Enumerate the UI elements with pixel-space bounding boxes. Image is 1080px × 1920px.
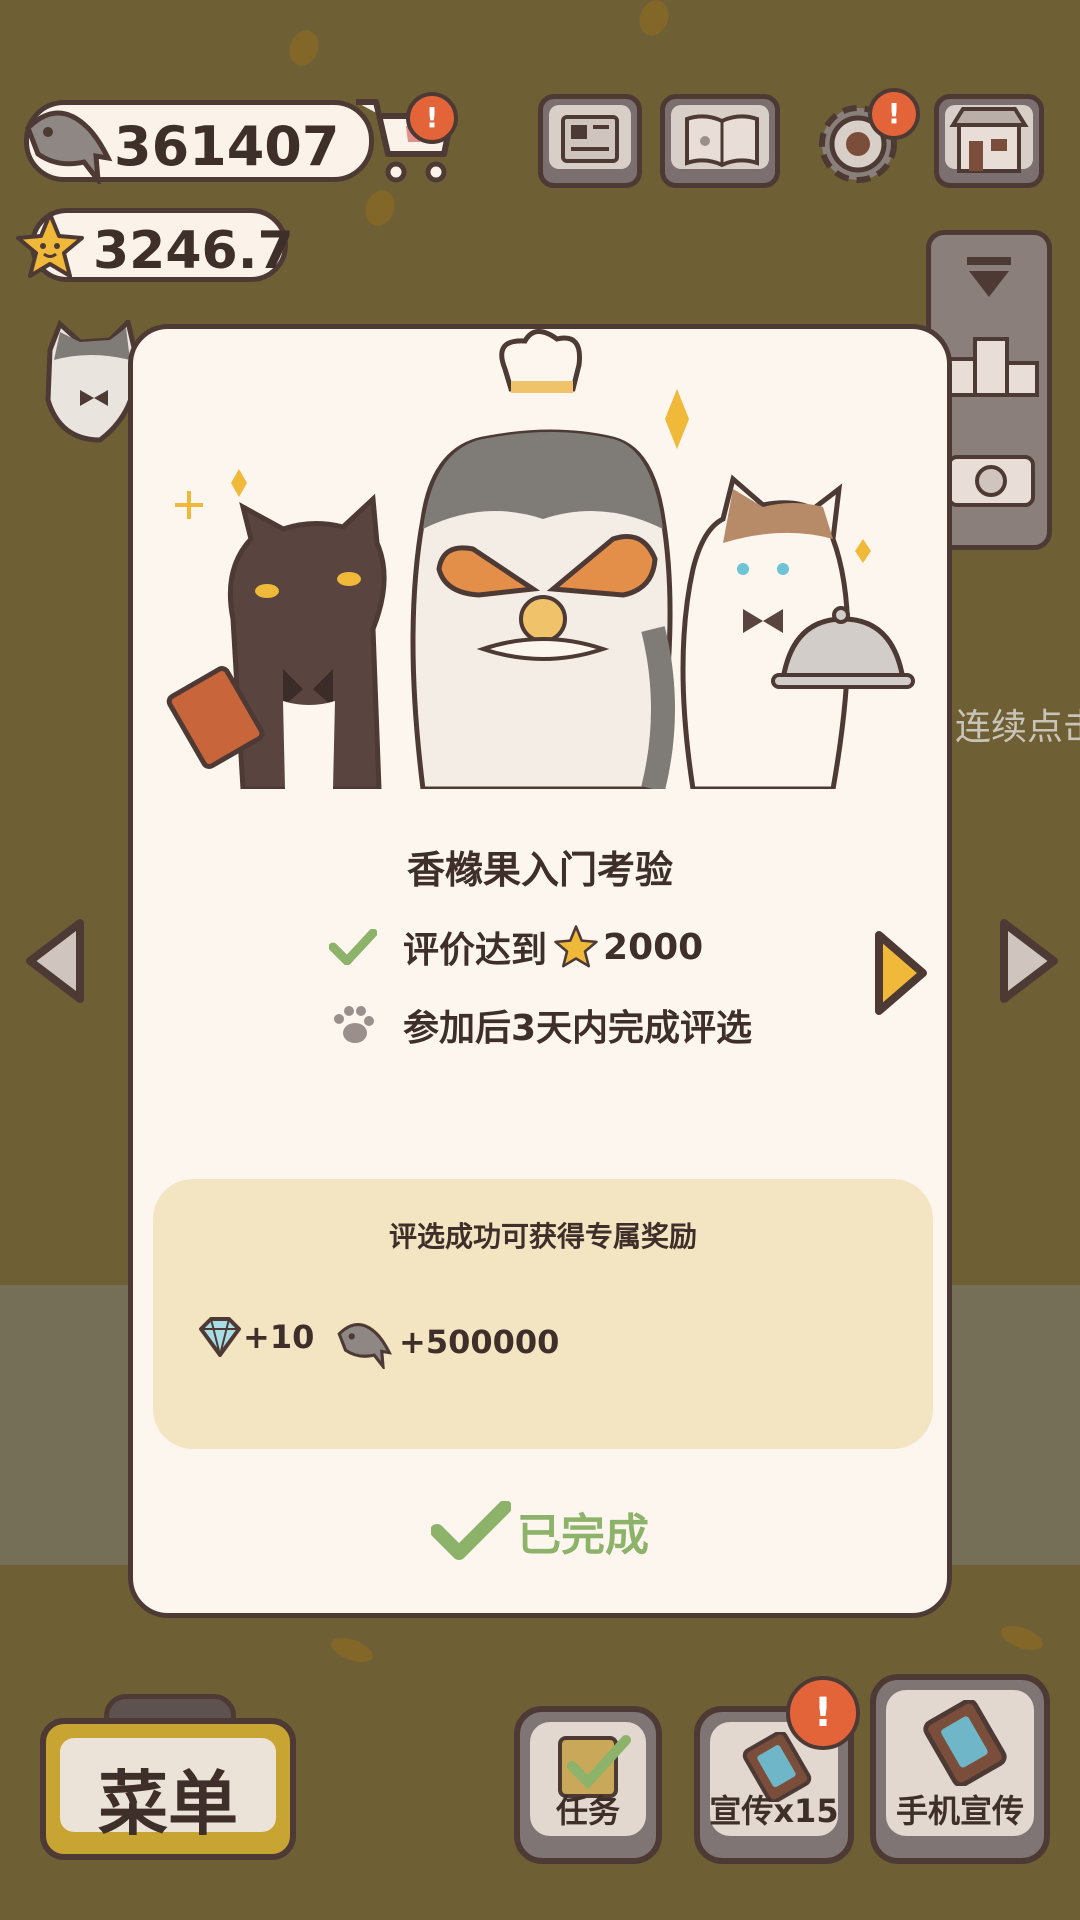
checkmark-icon bbox=[431, 1501, 511, 1560]
newspaper-button[interactable] bbox=[538, 94, 642, 188]
reward-gems: +10 bbox=[197, 1315, 314, 1359]
rating-value: 3246.7 bbox=[93, 221, 294, 281]
requirement-time-text: 参加后3天内完成评选 bbox=[403, 1008, 753, 1049]
next-page-arrow[interactable] bbox=[994, 915, 1064, 1007]
quest-title: 香橼果入门考验 bbox=[406, 848, 673, 892]
requirement-rating-row: 评价达到 2000 bbox=[329, 921, 703, 973]
cat-character[interactable] bbox=[40, 320, 140, 450]
cart-alert-badge: ! bbox=[406, 92, 458, 144]
previous-page-arrow[interactable] bbox=[20, 915, 90, 1007]
completed-status-text: 已完成 bbox=[517, 1510, 649, 1561]
diamond-icon bbox=[199, 1317, 241, 1357]
menu-button[interactable]: 菜单 bbox=[40, 1718, 296, 1860]
phone-promotion-button-label: 手机宣传 bbox=[895, 1792, 1024, 1830]
fish-icon bbox=[25, 110, 113, 184]
settings-alert-badge: ! bbox=[868, 88, 920, 140]
promotion-button-label: 宣传x15 bbox=[709, 1792, 839, 1830]
promotion-alert-badge: ! bbox=[786, 1676, 860, 1750]
fish-count: 361407 bbox=[114, 115, 340, 178]
requirement-rating-value: 2000 bbox=[603, 926, 704, 968]
checkmark-icon bbox=[329, 929, 377, 965]
tap-hint-text: 连续点击 bbox=[955, 707, 1080, 748]
completed-status: 已完成 bbox=[133, 1499, 947, 1563]
phone-promotion-button[interactable]: 手机宣传 bbox=[870, 1674, 1050, 1864]
star-icon bbox=[16, 212, 84, 278]
next-quest-arrow[interactable] bbox=[871, 929, 931, 1017]
camera-icon[interactable] bbox=[945, 445, 1037, 509]
menu-button-label: 菜单 bbox=[98, 1763, 238, 1845]
fish-icon bbox=[337, 1322, 393, 1369]
reward-title: 评选成功可获得专属奖励 bbox=[388, 1220, 697, 1253]
recipe-book-icon bbox=[685, 114, 759, 168]
shop-icon bbox=[949, 107, 1029, 173]
star-icon bbox=[554, 925, 598, 968]
tasks-button-label: 任务 bbox=[555, 1792, 620, 1830]
phone-icon bbox=[923, 1700, 1007, 1786]
requirement-rating-label: 评价达到 bbox=[403, 930, 548, 971]
reward-fish: +500000 bbox=[333, 1315, 559, 1369]
reward-panel: 评选成功可获得专属奖励 +10 +500000 bbox=[153, 1179, 933, 1449]
recipe-book-button[interactable] bbox=[660, 94, 780, 188]
reward-fish-value: +500000 bbox=[399, 1323, 560, 1361]
tasks-button[interactable]: 任务 bbox=[514, 1706, 662, 1864]
paw-icon bbox=[334, 1006, 374, 1043]
collapse-arrow-icon[interactable] bbox=[963, 255, 1015, 299]
quest-detail-modal: 香橼果入门考验 评价达到 2000 参加后3天内完成评选 评选成功可获得专属奖励… bbox=[128, 324, 952, 1618]
chef-cats-illustration bbox=[166, 329, 915, 789]
shop-button[interactable] bbox=[934, 94, 1044, 188]
ranking-podium-icon[interactable] bbox=[941, 329, 1041, 399]
newspaper-icon bbox=[561, 115, 619, 163]
reward-gems-value: +10 bbox=[243, 1318, 315, 1356]
requirement-time-row: 参加后3天内完成评选 bbox=[331, 999, 752, 1051]
